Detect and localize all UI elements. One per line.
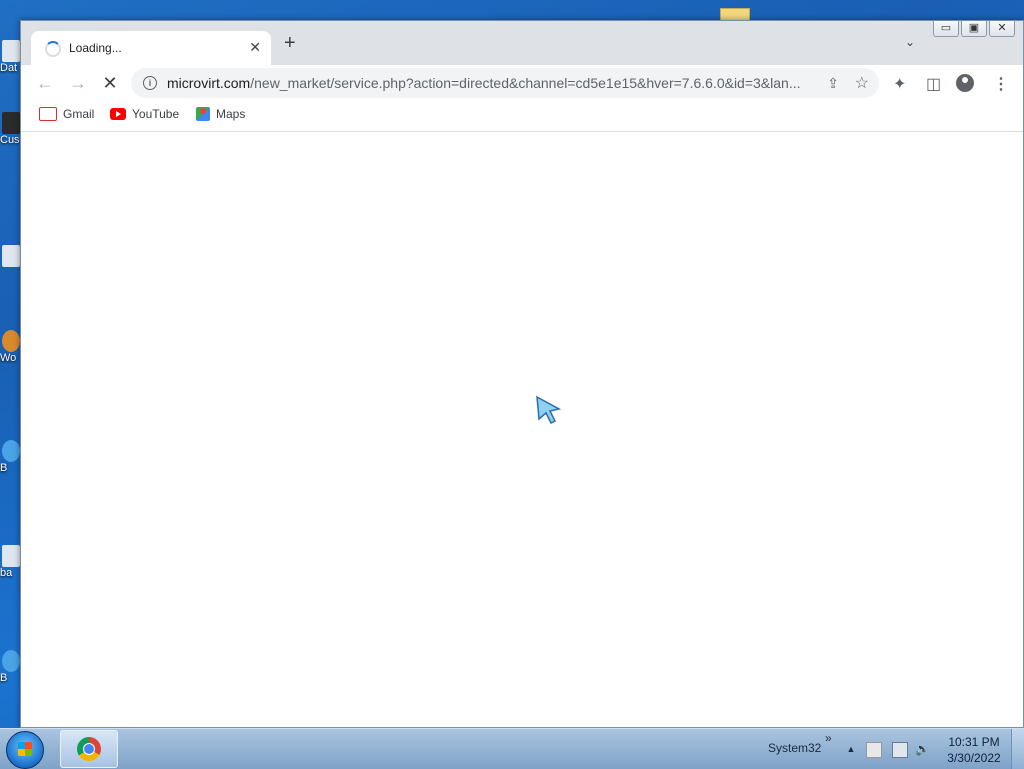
- chrome-menu-icon[interactable]: ⋮: [993, 74, 1009, 94]
- tab-search-chevron-icon[interactable]: ⌄: [905, 35, 915, 49]
- browser-toolbar: ← → ✕ i microvirt.com/new_market/service…: [21, 65, 1023, 101]
- side-panel-icon[interactable]: ◫: [926, 74, 941, 94]
- address-bar[interactable]: i microvirt.com/new_market/service.php?a…: [131, 68, 879, 98]
- close-window-button[interactable]: ✕: [989, 21, 1015, 37]
- url-path: /new_market/service.php?action=directed&…: [250, 75, 801, 91]
- maps-icon: [196, 107, 210, 121]
- start-button[interactable]: [6, 731, 44, 769]
- browser-window: Loading... ✕ + ⌄ ▭ ▣ ✕ ← → ✕ i microvirt…: [20, 20, 1024, 728]
- profile-avatar-icon[interactable]: [956, 74, 974, 92]
- chrome-icon: [77, 737, 101, 761]
- bookmark-maps[interactable]: Maps: [196, 107, 245, 121]
- minimize-button[interactable]: ▭: [933, 21, 959, 37]
- system32-toolbar-label[interactable]: System32: [768, 741, 821, 755]
- back-button[interactable]: ←: [33, 71, 57, 95]
- tab-loading[interactable]: Loading... ✕: [31, 31, 271, 65]
- bookmark-youtube[interactable]: YouTube: [110, 107, 179, 121]
- share-icon[interactable]: ⇪: [827, 75, 839, 92]
- desktop-icon-cus[interactable]: Cus: [0, 112, 22, 146]
- maximize-button[interactable]: ▣: [961, 21, 987, 37]
- tab-close-icon[interactable]: ✕: [249, 39, 261, 56]
- bookmark-star-icon[interactable]: ☆: [855, 73, 869, 93]
- desktop-icon-wo[interactable]: Wo: [0, 330, 22, 364]
- site-info-icon[interactable]: i: [143, 76, 157, 90]
- desktop-icon-b2[interactable]: B: [0, 650, 22, 684]
- taskbar-chrome-button[interactable]: [60, 730, 118, 768]
- network-icon[interactable]: [892, 742, 908, 758]
- taskbar: System32 » ▲ 🔈 10:31 PM 3/30/2022: [0, 728, 1024, 769]
- bookmark-gmail[interactable]: Gmail: [39, 107, 94, 121]
- clock-time: 10:31 PM: [948, 735, 1000, 749]
- url-host: microvirt.com: [167, 75, 251, 91]
- url-text[interactable]: microvirt.com/new_market/service.php?act…: [167, 75, 801, 91]
- clock-date: 3/30/2022: [947, 751, 1001, 765]
- extensions-puzzle-icon[interactable]: ✦: [893, 74, 906, 94]
- volume-icon[interactable]: 🔈: [915, 742, 930, 756]
- show-hidden-icons-arrow[interactable]: ▲: [844, 742, 858, 756]
- desktop-icon-generic[interactable]: [0, 245, 22, 267]
- stop-loading-button[interactable]: ✕: [98, 71, 122, 95]
- desktop-icon-b1[interactable]: B: [0, 440, 22, 474]
- desktop-icon-ba[interactable]: ba: [0, 545, 22, 579]
- show-desktop-button[interactable]: [1011, 729, 1024, 769]
- bookmarks-bar: Gmail YouTube Maps: [21, 101, 1023, 132]
- forward-button[interactable]: →: [66, 71, 90, 95]
- page-content-blank[interactable]: [21, 132, 1023, 727]
- desktop-icon-data[interactable]: Dat: [0, 40, 22, 74]
- tab-strip: Loading... ✕ + ⌄ ▭ ▣ ✕: [21, 21, 1023, 65]
- gmail-icon: [39, 107, 57, 121]
- mouse-pointer-icon: [536, 395, 562, 425]
- window-controls: ▭ ▣ ✕: [933, 21, 1015, 37]
- toolbar-chevron-icon[interactable]: »: [825, 731, 832, 745]
- loading-spinner-icon: [45, 41, 61, 57]
- action-center-flag-icon[interactable]: [866, 742, 882, 758]
- system-clock[interactable]: 10:31 PM 3/30/2022: [940, 734, 1008, 766]
- new-tab-button[interactable]: +: [284, 33, 296, 53]
- tab-title: Loading...: [69, 41, 122, 55]
- youtube-icon: [110, 108, 126, 120]
